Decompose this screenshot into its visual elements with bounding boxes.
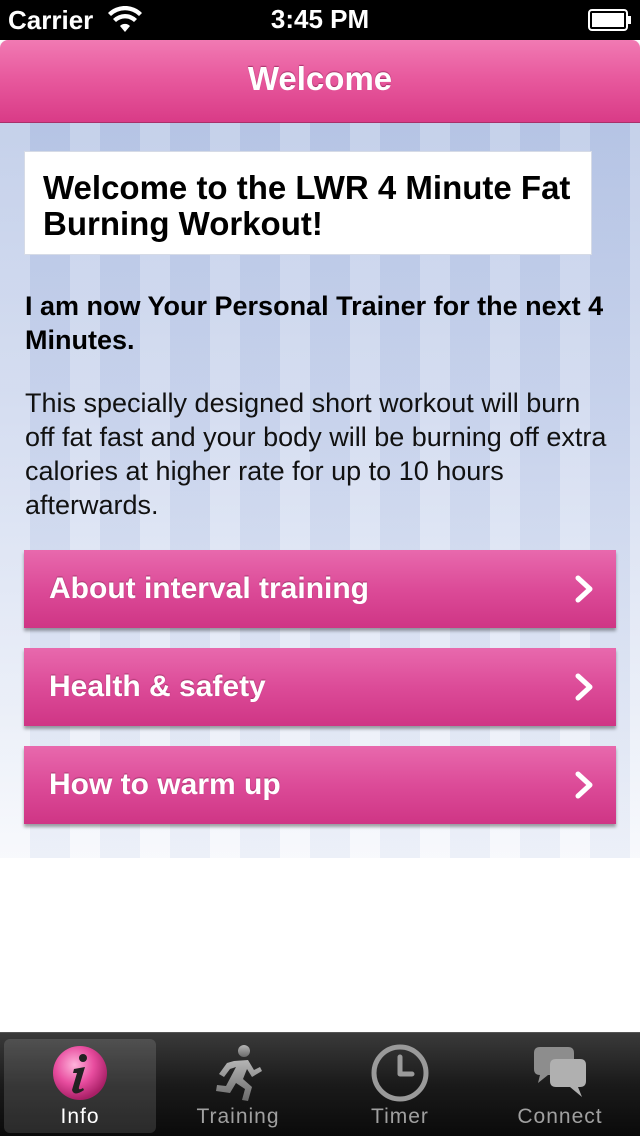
menu-button-label: About interval training [49,572,370,605]
content-area: Welcome to the LWR 4 Minute Fat Burning … [0,123,640,858]
how-to-warm-up-button[interactable]: How to warm up [24,746,616,824]
tab-connect[interactable]: Connect [484,1039,636,1133]
chevron-right-icon [575,673,593,701]
running-figure-icon [216,1045,262,1101]
chevron-right-icon [575,771,593,799]
health-safety-button[interactable]: Health & safety [24,648,616,726]
tab-timer[interactable]: Timer [324,1039,476,1133]
menu-button-label: Health & safety [49,670,266,703]
tab-info[interactable]: Info [4,1039,156,1133]
status-bar: Carrier 3:45 PM [0,0,640,40]
app-screen: Carrier 3:45 PM Welcome Welcome to the L… [0,0,640,1136]
status-time: 3:45 PM [270,4,370,34]
info-icon [53,1046,107,1100]
intro-bold-text: I am now Your Personal Trainer for the n… [25,291,604,355]
navigation-bar: Welcome [0,40,640,123]
clock-icon [371,1044,429,1102]
menu-button-label: How to warm up [49,768,281,801]
welcome-heading: Welcome to the LWR 4 Minute Fat Burning … [43,169,571,242]
tab-bar: Info Training Timer Connect [0,1032,640,1136]
chevron-right-icon [575,575,593,603]
tab-label: Connect [517,1105,603,1128]
tab-label: Info [60,1105,100,1128]
tab-label: Timer [371,1105,429,1128]
welcome-box: Welcome to the LWR 4 Minute Fat Burning … [24,151,592,255]
page-title: Welcome [247,60,393,97]
tab-training[interactable]: Training [162,1039,314,1133]
speech-bubbles-icon [534,1047,586,1097]
about-interval-training-button[interactable]: About interval training [24,550,616,628]
battery-icon [588,9,631,31]
tab-label: Training [196,1105,280,1128]
intro-text: This specially designed short workout wi… [25,388,607,520]
